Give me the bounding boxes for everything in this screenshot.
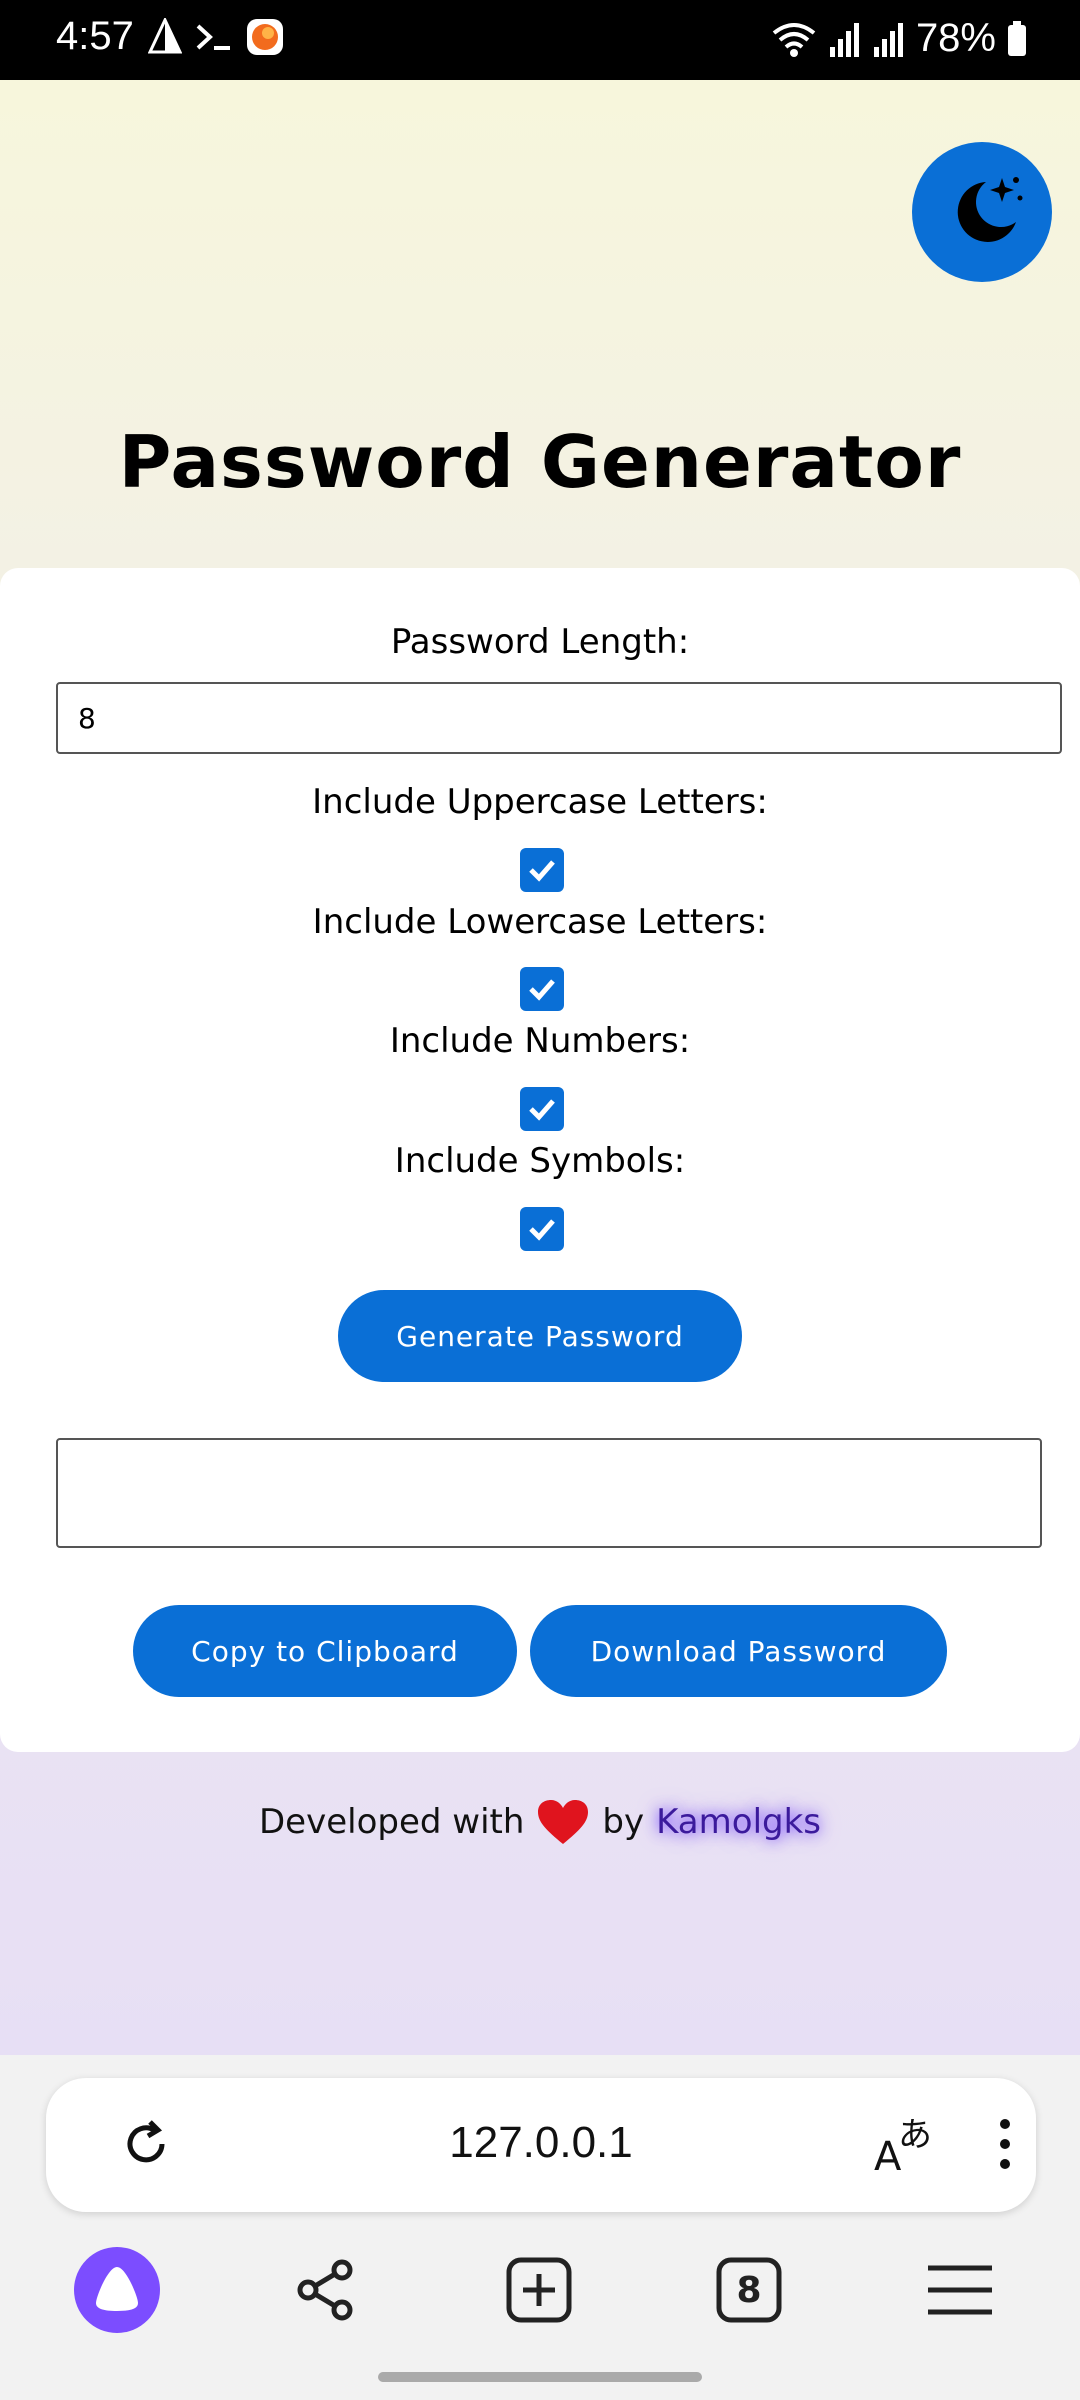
uppercase-checkbox[interactable] [520, 848, 564, 892]
reload-icon [127, 2120, 165, 2163]
signal-icon-1 [829, 22, 859, 57]
lowercase-label: Include Lowercase Letters: [312, 902, 768, 942]
translate-button[interactable]: A あ [872, 2108, 942, 2180]
footer-prefix: Developed with [258, 1802, 525, 1842]
generate-password-button[interactable]: Generate Password [338, 1290, 742, 1382]
tabs-button[interactable]: 8 [699, 2240, 799, 2340]
address-bar[interactable]: 127.0.0.1 A あ [46, 2078, 1036, 2212]
password-output-field[interactable] [56, 1438, 1042, 1548]
checkmark-icon [529, 979, 555, 1001]
svg-text:あ: あ [898, 2115, 932, 2155]
checkmark-icon [529, 860, 555, 882]
page-title: Password Generator [118, 420, 962, 504]
password-length-input[interactable] [56, 682, 1062, 754]
heart-icon [538, 1800, 589, 1844]
status-bar: 4:57 78% [0, 0, 1080, 80]
translate-icon: A あ [874, 2115, 932, 2180]
alice-assistant-button[interactable] [67, 2240, 167, 2340]
symbols-checkbox[interactable] [520, 1207, 564, 1251]
moon-stars-icon [957, 177, 1023, 242]
numbers-checkbox[interactable] [520, 1087, 564, 1131]
terminal-icon [196, 24, 230, 50]
status-system-icons: 78% [770, 16, 1028, 61]
plus-box-icon [506, 2257, 572, 2323]
status-time: 4:57 [56, 14, 134, 58]
symbols-label: Include Symbols: [394, 1141, 686, 1181]
footer-by: by [602, 1802, 645, 1842]
status-notification-icons [148, 18, 284, 56]
checkmark-icon [529, 1099, 555, 1121]
uppercase-label: Include Uppercase Letters: [312, 782, 768, 822]
alice-icon [74, 2247, 160, 2333]
tab-count: 8 [736, 2269, 762, 2311]
more-vertical-icon [1000, 2119, 1010, 2169]
sail-icon [148, 18, 182, 54]
hamburger-menu-icon [928, 2265, 992, 2315]
browser-bottom-nav: 8 [0, 2240, 1080, 2340]
password-length-label: Password Length: [390, 622, 690, 662]
footer: Developed with by Kamolgks [0, 1798, 1080, 1846]
numbers-label: Include Numbers: [389, 1021, 691, 1061]
share-button[interactable] [276, 2240, 376, 2340]
checkmark-icon [529, 1219, 555, 1241]
lowercase-checkbox[interactable] [520, 967, 564, 1011]
download-password-button[interactable]: Download Password [530, 1605, 947, 1697]
more-options-button[interactable] [990, 2114, 1020, 2174]
share-icon [297, 2259, 353, 2321]
battery-icon [1008, 20, 1026, 56]
new-tab-button[interactable] [489, 2240, 589, 2340]
app-notification-icon [247, 19, 283, 55]
copy-to-clipboard-button[interactable]: Copy to Clipboard [133, 1605, 517, 1697]
battery-percent: 78% [915, 16, 996, 60]
reload-button[interactable] [116, 2114, 176, 2174]
theme-toggle-button[interactable] [912, 142, 1052, 282]
footer-author-link[interactable]: Kamolgks [656, 1802, 821, 1842]
home-indicator[interactable] [378, 2372, 702, 2382]
signal-icon-2 [873, 22, 903, 57]
menu-button[interactable] [910, 2240, 1010, 2340]
wifi-icon [772, 22, 816, 57]
